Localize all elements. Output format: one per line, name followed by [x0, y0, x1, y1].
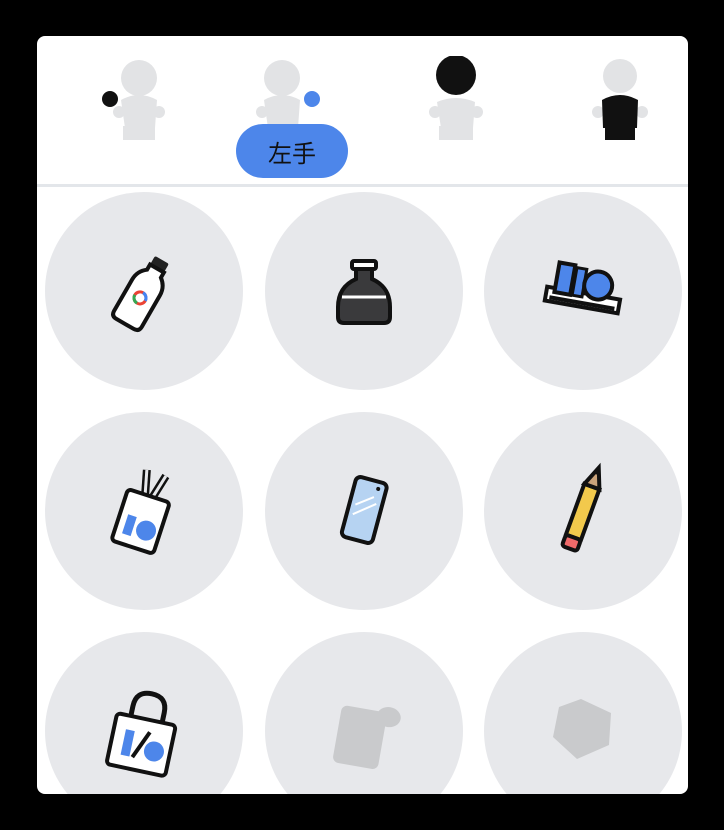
desk-organizer-icon: [542, 260, 623, 316]
lanyard-badge-icon: [110, 469, 171, 555]
equipment-slot-bar: 左手: [37, 36, 688, 184]
avatar-left-hand-icon: [102, 60, 165, 140]
inventory-panel: 左手: [37, 36, 688, 794]
item-water-bottle[interactable]: [45, 192, 243, 390]
item-grid: [37, 187, 688, 794]
water-bottle-icon: [111, 256, 169, 332]
slot-body[interactable]: [580, 56, 660, 146]
item-tote-bag[interactable]: [45, 632, 243, 794]
slot-left-hand[interactable]: [99, 56, 179, 146]
ink-bottle-icon: [336, 259, 392, 325]
avatar-head-icon: [429, 56, 483, 140]
item-ink-bottle[interactable]: [265, 192, 463, 390]
locked-pentagon-icon: [553, 699, 611, 759]
item-lanyard-badge[interactable]: [45, 412, 243, 610]
tote-bag-icon: [105, 690, 178, 778]
item-locked-pentagon[interactable]: [484, 632, 682, 794]
slot-head[interactable]: [415, 56, 495, 146]
item-locked-mug[interactable]: [265, 632, 463, 794]
pencil-icon: [560, 462, 602, 553]
avatar-body-icon: [592, 59, 648, 140]
item-smartphone[interactable]: [265, 412, 463, 610]
item-pencil[interactable]: [484, 412, 682, 610]
item-desk-organizer[interactable]: [484, 192, 682, 390]
slot-label-tooltip[interactable]: 左手: [236, 124, 348, 178]
locked-mug-icon: [333, 705, 401, 769]
smartphone-icon: [339, 475, 389, 545]
